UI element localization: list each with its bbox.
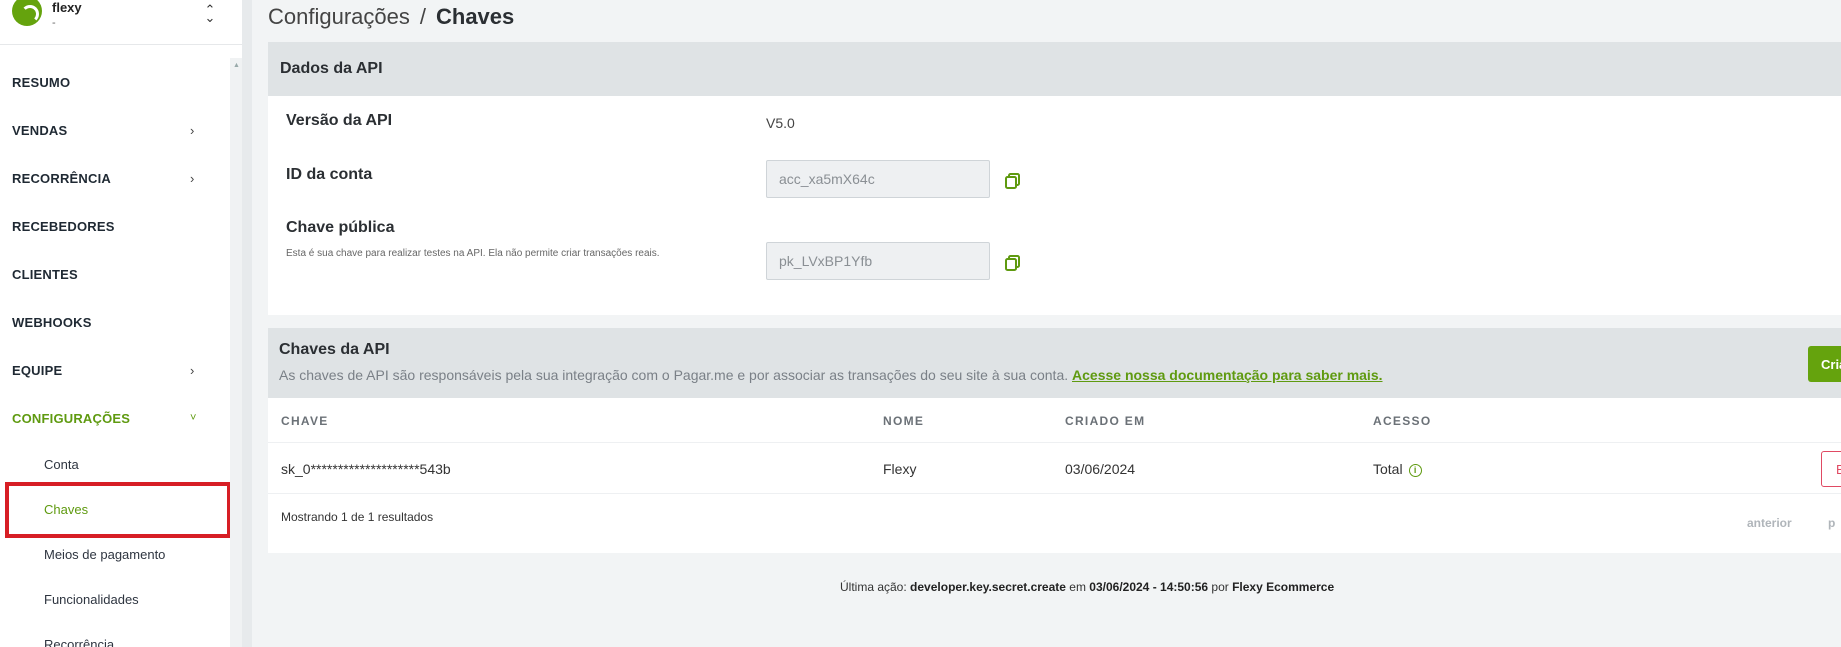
api-data-panel: Dados da API Versão da API V5.0 ID da co… [268, 42, 1841, 315]
logo-icon [12, 0, 42, 26]
copy-icon[interactable] [1004, 254, 1022, 272]
column-header: NOME [883, 414, 925, 428]
sidebar-subitem-recorrencia[interactable]: Recorrência [0, 622, 230, 647]
sidebar-item-label: RECEBEDORES [12, 218, 115, 234]
sidebar-item-label: CLIENTES [12, 266, 78, 282]
page-title: Chaves [436, 4, 515, 29]
sidebar-item-configuracoes[interactable]: CONFIGURAÇÕES ˅ [0, 394, 230, 442]
sidebar-item-webhooks[interactable]: WEBHOOKS [0, 298, 230, 346]
account-subtitle: - [52, 17, 56, 29]
last-action-name: developer.key.secret.create [910, 580, 1066, 594]
last-action-user: Flexy Ecommerce [1232, 580, 1335, 594]
api-keys-description: As chaves de API são responsáveis pela s… [279, 367, 1383, 383]
sidebar-scrollbar[interactable]: ▲ [230, 58, 242, 647]
sidebar-subitem-conta[interactable]: Conta [0, 442, 230, 487]
sidebar-nav: RESUMO VENDAS › RECORRÊNCIA › RECEBEDORES … [0, 58, 230, 647]
sidebar-gutter [242, 0, 252, 647]
sidebar-item-label: EQUIPE [12, 362, 63, 378]
table-row: sk_0********************543b Flexy 03/06… [268, 442, 1841, 494]
last-action-footer: Última ação: developer.key.secret.create… [840, 580, 1334, 594]
table-header: CHAVE NOME CRIADO EM ACESSO [268, 398, 1841, 442]
public-key-label: Chave pública [286, 219, 395, 236]
chevron-right-icon: › [190, 122, 195, 138]
up-down-chevron-icon[interactable]: ⌃ ⌄ [204, 3, 216, 24]
chevron-down-icon: ˅ [190, 412, 197, 424]
account-id-label: ID da conta [286, 166, 373, 183]
last-action-by: por [1211, 580, 1229, 594]
sidebar-item-label: VENDAS [12, 122, 68, 138]
sidebar: flexy - ⌃ ⌄ RESUMO VENDAS › RECORRÊNCIA › R… [0, 0, 252, 647]
created-cell: 03/06/2024 [1065, 461, 1136, 477]
column-header: CHAVE [281, 414, 329, 428]
access-cell: Total i [1373, 461, 1422, 477]
api-keys-title: Chaves da API [279, 341, 390, 358]
column-header: ACESSO [1373, 414, 1432, 428]
account-id-field[interactable]: acc_xa5mX64c [766, 160, 990, 198]
documentation-link[interactable]: Acesse nossa documentação para saber mai… [1072, 367, 1382, 383]
results-count: Mostrando 1 de 1 resultados [281, 510, 434, 524]
sidebar-item-recebedores[interactable]: RECEBEDORES [0, 202, 230, 250]
sidebar-item-label: RECORRÊNCIA [12, 170, 111, 186]
column-header: CRIADO EM [1065, 414, 1146, 428]
copy-icon[interactable] [1004, 172, 1022, 190]
breadcrumb-parent[interactable]: Configurações [268, 4, 410, 29]
sidebar-item-label: WEBHOOKS [12, 314, 92, 330]
breadcrumb-separator: / [419, 4, 426, 29]
api-version-value: V5.0 [766, 115, 795, 131]
name-cell: Flexy [883, 461, 917, 477]
last-action-on: em [1069, 580, 1086, 594]
api-data-title: Dados da API [268, 42, 1841, 96]
last-action-datetime: 03/06/2024 - 14:50:56 [1089, 580, 1209, 594]
breadcrumb: Configurações / Chaves [268, 4, 514, 30]
api-keys-header: Chaves da API As chaves de API são respo… [268, 328, 1841, 398]
account-name: flexy [52, 0, 82, 15]
sidebar-item-clientes[interactable]: CLIENTES [0, 250, 230, 298]
sidebar-item-vendas[interactable]: VENDAS › [0, 106, 230, 154]
pagination-next[interactable]: p [1828, 516, 1835, 530]
api-version-label: Versão da API [286, 112, 393, 129]
delete-key-button[interactable]: E [1821, 451, 1841, 487]
sidebar-item-label: CONFIGURAÇÕES [12, 410, 131, 426]
api-keys-panel: Chaves da API As chaves de API são respo… [268, 328, 1841, 553]
key-cell: sk_0********************543b [281, 461, 451, 477]
public-key-hint: Esta é sua chave para realizar testes na… [286, 248, 660, 259]
account-switcher[interactable]: flexy - ⌃ ⌄ [0, 0, 252, 45]
pagination-previous[interactable]: anterior [1747, 516, 1792, 530]
sidebar-item-recorrencia[interactable]: RECORRÊNCIA › [0, 154, 230, 202]
create-key-button[interactable]: Criar [1808, 346, 1841, 382]
sidebar-subitem-meios-pagamento[interactable]: Meios de pagamento [0, 532, 230, 577]
info-icon[interactable]: i [1408, 464, 1422, 477]
sidebar-subitem-funcionalidades[interactable]: Funcionalidades [0, 577, 230, 622]
chevron-right-icon: › [190, 362, 195, 378]
sidebar-item-equipe[interactable]: EQUIPE › [0, 346, 230, 394]
api-keys-description-text: As chaves de API são responsáveis pela s… [279, 367, 1069, 383]
sidebar-item-resumo[interactable]: RESUMO [0, 58, 230, 106]
highlight-frame [5, 482, 231, 538]
public-key-field[interactable]: pk_LVxBP1Yfb [766, 242, 990, 280]
scroll-up-icon[interactable]: ▲ [233, 62, 240, 69]
chevron-right-icon: › [190, 170, 195, 186]
access-value: Total [1373, 461, 1403, 477]
last-action-prefix: Última ação: [840, 580, 907, 594]
sidebar-item-label: RESUMO [12, 74, 71, 90]
